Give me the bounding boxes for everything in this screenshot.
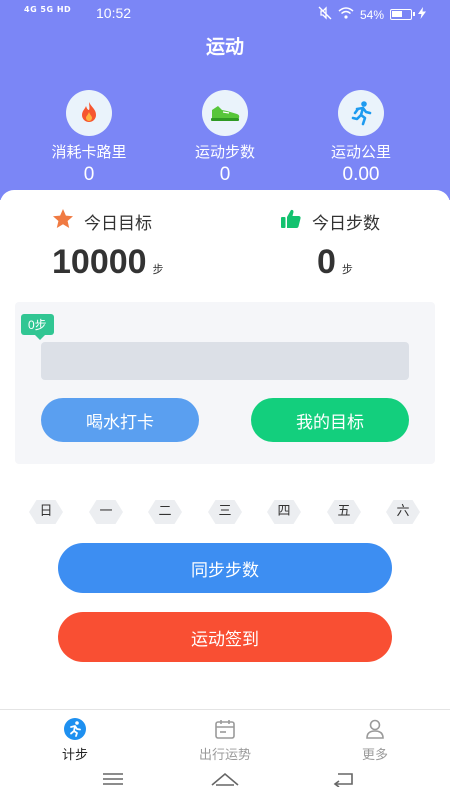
tab-travel-fortune[interactable]: 出行运势 [175,716,275,763]
battery-percent: 54% [359,7,384,22]
stat-steps: 运动步数 0 [165,90,285,186]
tab-label: 计步 [61,748,88,763]
runner-icon [25,716,125,742]
progress-track [41,342,409,380]
stat-value: 0 [219,164,231,185]
my-goal-button[interactable]: 我的目标 [251,398,409,442]
progress-panel: 0步 喝水打卡 我的目标 [15,302,435,464]
runner-icon [338,90,384,136]
star-icon [52,208,74,235]
charging-icon [418,7,426,22]
day-tue: 二 [148,500,182,524]
progress-bubble: 0步 [21,314,54,340]
thumbs-up-icon [280,208,302,235]
battery-icon [390,9,415,20]
sync-steps-button[interactable]: 同步步数 [58,543,392,593]
stat-label: 运动公里 [330,143,391,161]
menu-icon[interactable] [102,771,124,791]
mute-icon [318,6,332,23]
stat-label: 运动步数 [194,143,255,161]
fire-icon [66,90,112,136]
goal-today-unit: 步 [341,264,353,276]
home-icon[interactable] [210,771,240,791]
stat-distance: 运动公里 0.00 [301,90,421,186]
goal-target-unit: 步 [152,264,164,276]
system-nav-bar [0,765,450,800]
day-sun: 日 [29,500,63,524]
calendar-icon [175,716,275,742]
goal-target: 今日目标 10000 步 [52,208,164,282]
back-icon[interactable] [332,771,354,791]
goal-today-value: 0 [317,243,336,281]
tab-label: 更多 [361,748,388,763]
sneaker-icon [202,90,248,136]
stat-value: 0.00 [342,164,380,185]
exercise-signin-button[interactable]: 运动签到 [58,612,392,662]
wifi-icon [338,7,354,22]
stat-label: 消耗卡路里 [51,143,127,161]
header: 4G 5G HD 10:52 54% 运动 消耗卡路里 0 运动步数 0 运动公… [0,0,450,200]
status-time: 10:52 [96,5,132,21]
day-thu: 四 [267,500,301,524]
bottom-tab-bar: 计步 出行运势 更多 [0,709,450,765]
goal-today: 今日步数 0步 [280,208,380,282]
status-bar: 4G 5G HD 10:52 54% [0,0,450,28]
day-wed: 三 [208,500,242,524]
water-checkin-button[interactable]: 喝水打卡 [41,398,199,442]
page-title: 运动 [205,36,244,58]
stat-value: 0 [83,164,95,185]
day-sat: 六 [386,500,420,524]
status-right: 54% [318,6,426,23]
goal-today-title: 今日步数 [312,214,380,234]
day-mon: 一 [89,500,123,524]
day-fri: 五 [327,500,361,524]
person-icon [325,716,425,742]
stat-calories: 消耗卡路里 0 [29,90,149,186]
goal-target-title: 今日目标 [84,214,152,234]
tab-label: 出行运势 [198,748,251,763]
main-card: 今日目标 10000 步 今日步数 0步 0步 喝水打卡 我的目标 日 一 二 三… [0,190,450,710]
network-indicator: 4G 5G HD [24,5,72,14]
goal-target-value: 10000 [52,243,147,281]
tab-pedometer[interactable]: 计步 [25,716,125,763]
tab-more[interactable]: 更多 [325,716,425,763]
